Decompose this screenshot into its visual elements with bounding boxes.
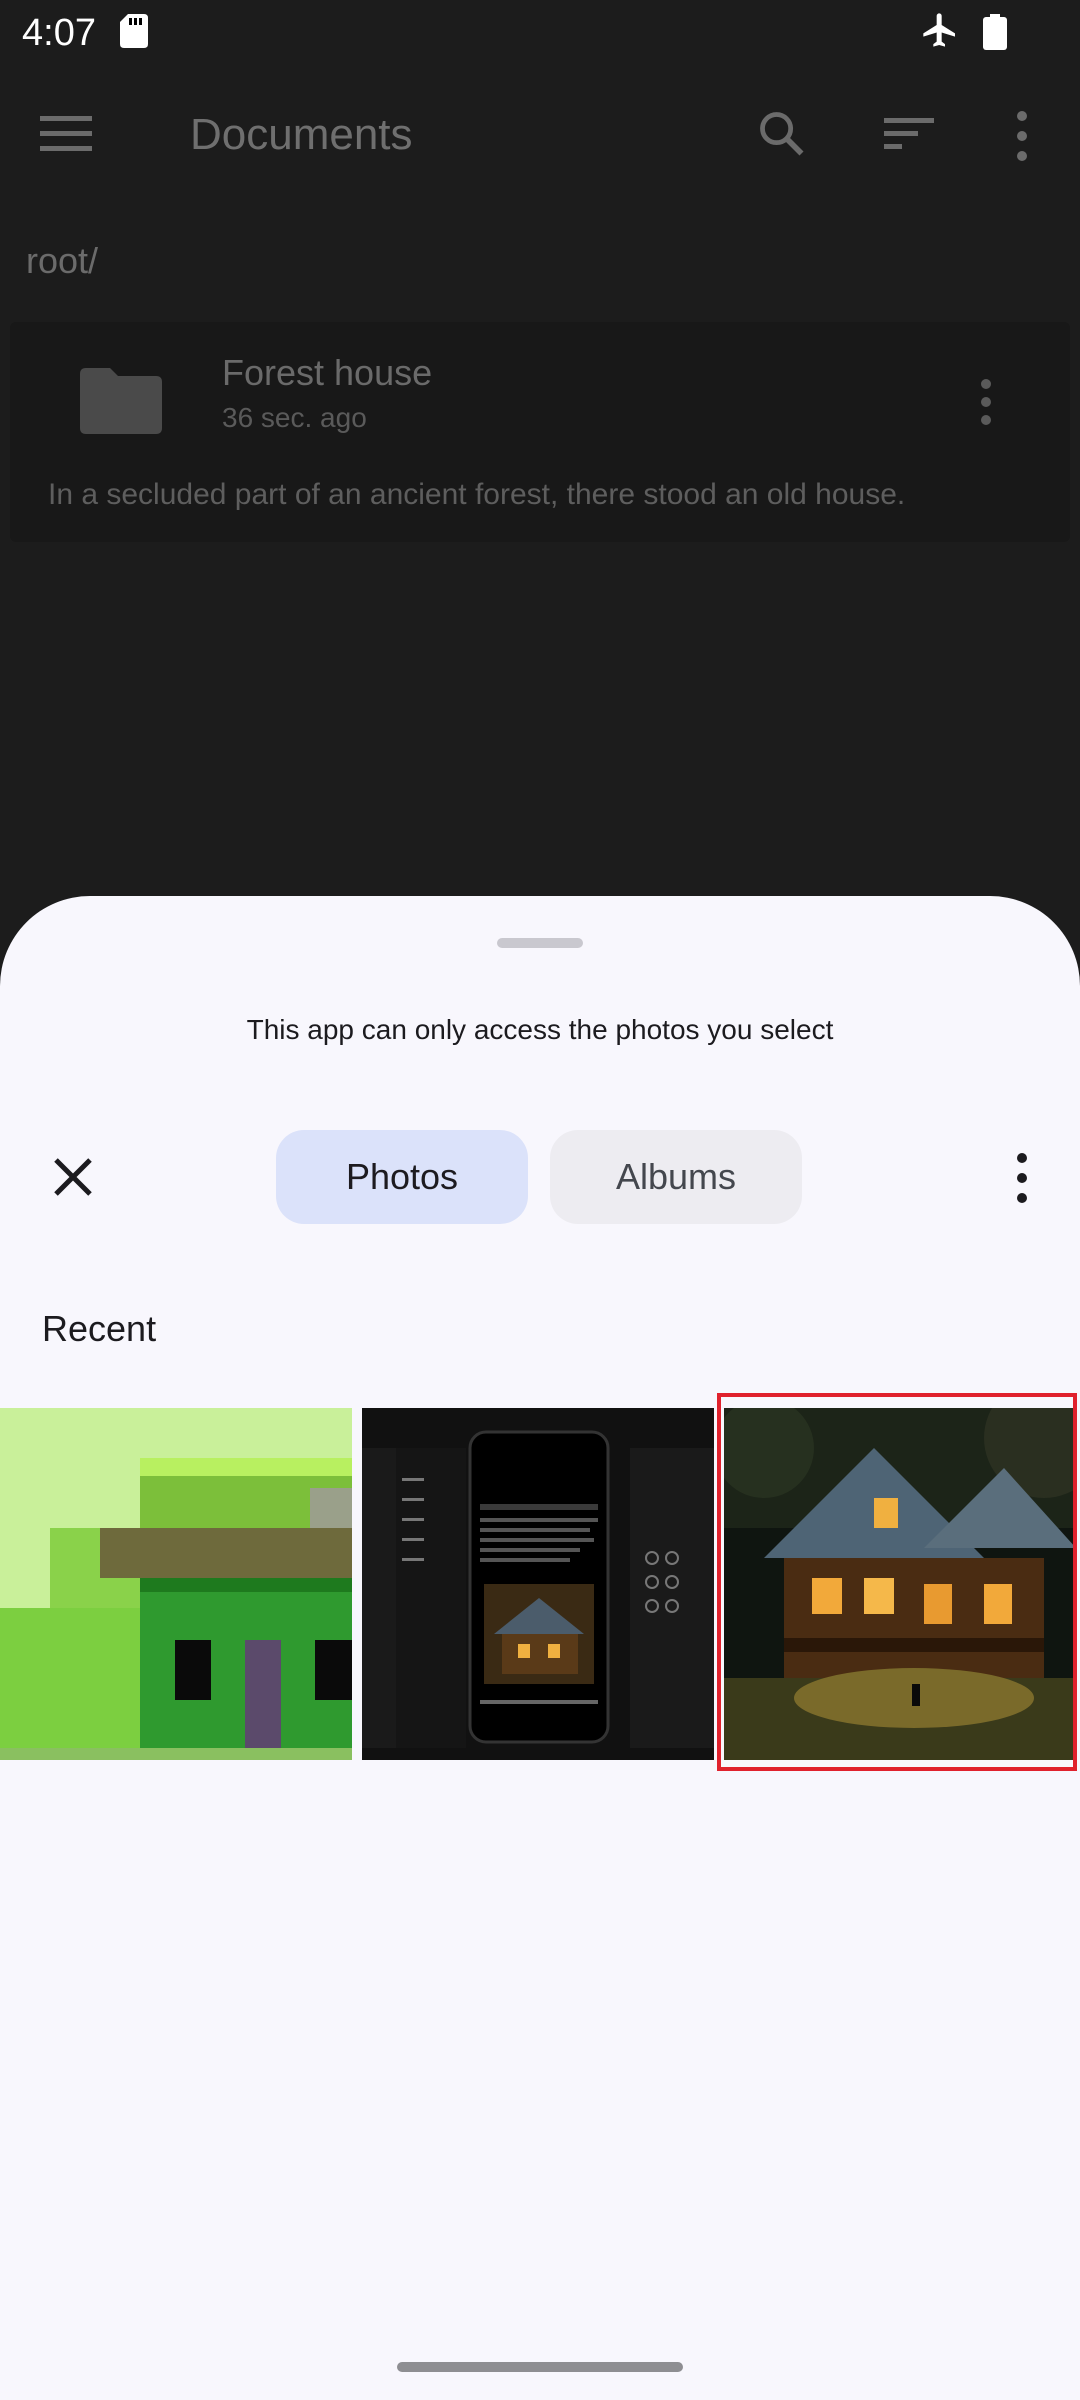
battery-icon [982,14,1008,60]
sd-card-icon [120,14,148,58]
sort-icon[interactable] [884,116,934,157]
airplane-mode-icon [920,10,960,60]
status-bar: 4:07 [0,0,1080,66]
photo-thumbnail-pixel-house[interactable] [0,1408,352,1760]
document-modified: 36 sec. ago [222,402,367,433]
photo-thumbnail-forest-house[interactable] [724,1408,1076,1760]
photo-thumbnail-app-screenshot[interactable] [362,1408,714,1760]
more-vert-icon[interactable] [1010,110,1034,167]
document-name: Forest house [222,352,433,393]
menu-icon[interactable] [40,114,92,159]
gesture-navigation-bar[interactable] [397,2362,683,2372]
drag-handle[interactable] [497,938,583,948]
tab-albums[interactable]: Albums [550,1130,802,1224]
app-bar: Documents [0,66,1080,210]
section-title-recent: Recent [42,1308,157,1349]
search-icon[interactable] [756,108,808,165]
breadcrumb[interactable]: root/ [26,240,98,282]
more-vert-icon[interactable] [1010,1152,1034,1209]
document-card[interactable]: Forest house 36 sec. ago In a secluded p… [10,322,1070,542]
document-preview: In a secluded part of an ancient forest,… [48,478,906,511]
status-time: 4:07 [22,12,96,54]
tab-photos[interactable]: Photos [276,1130,528,1224]
close-icon[interactable] [46,1150,100,1204]
app-title: Documents [190,110,413,159]
access-notice: This app can only access the photos you … [246,1014,834,1045]
document-more-icon[interactable] [976,378,996,431]
folder-icon [80,368,162,439]
